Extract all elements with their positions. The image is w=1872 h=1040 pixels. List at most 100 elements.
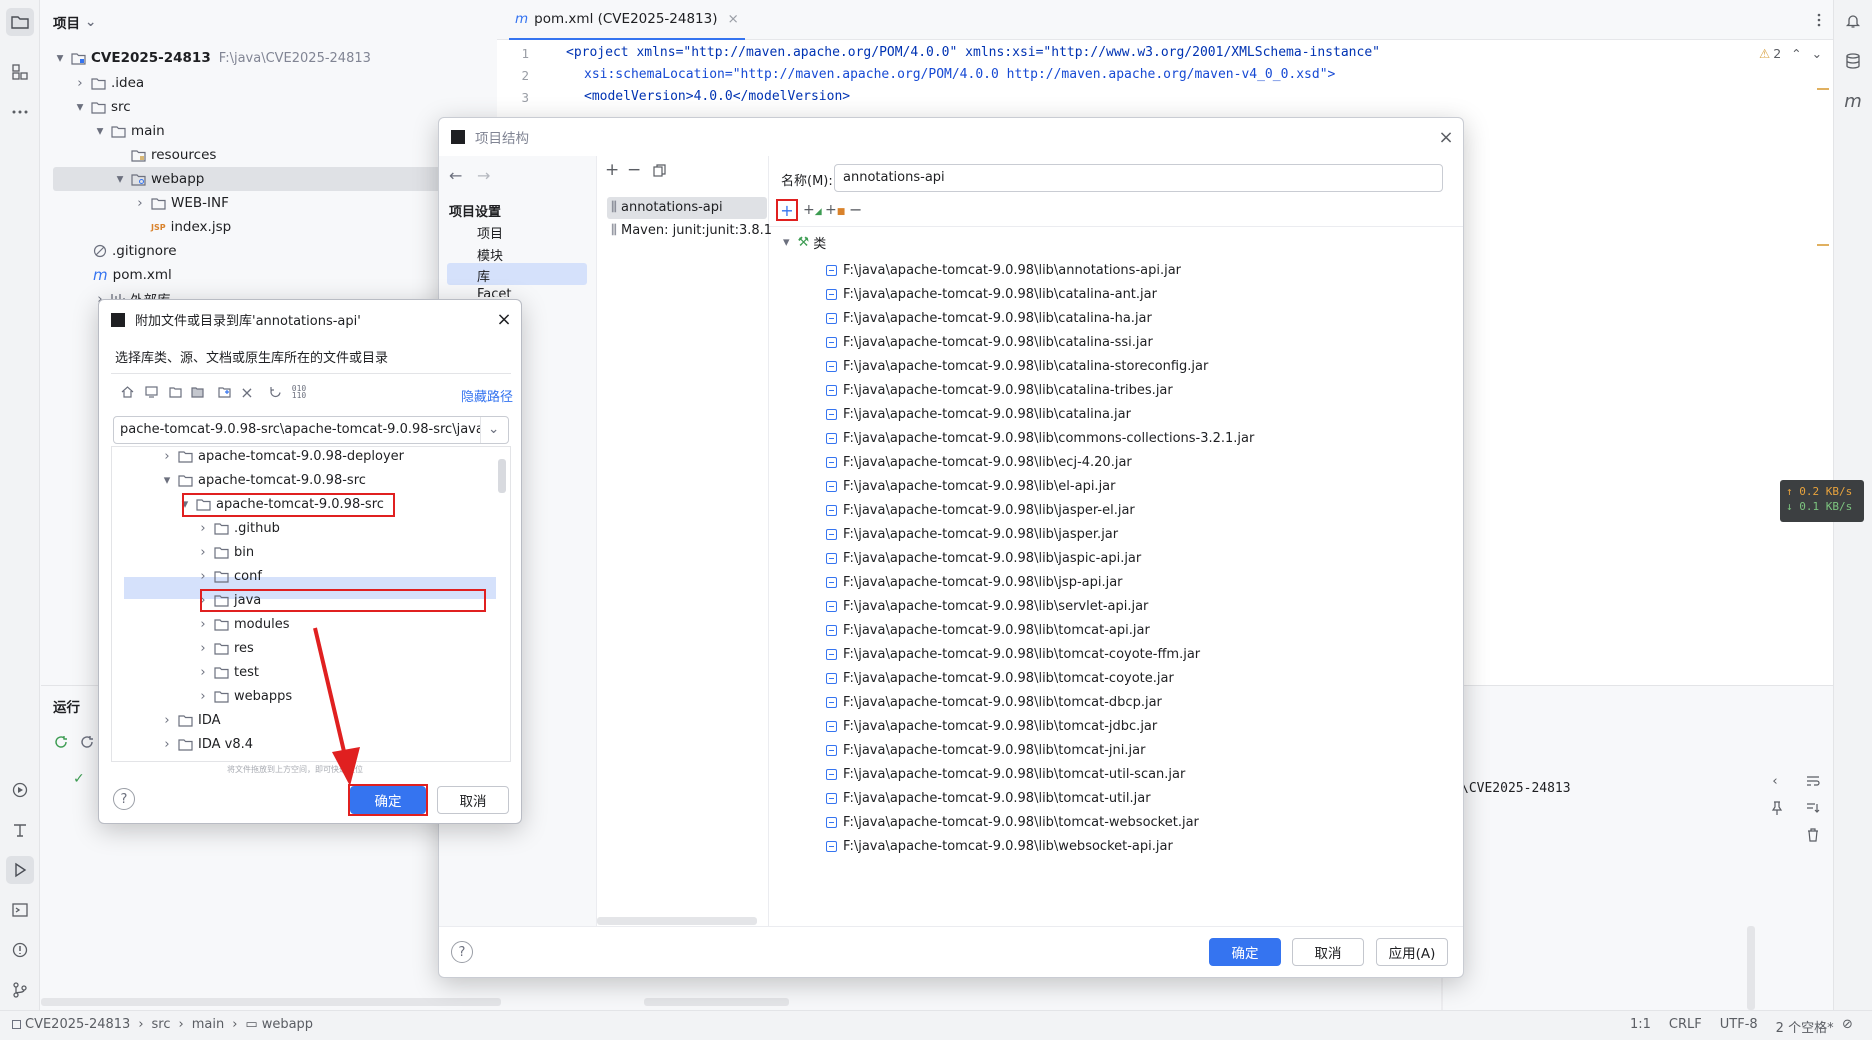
chevron-right-icon[interactable]: ›: [196, 665, 210, 680]
breadcrumb-item[interactable]: main: [192, 1017, 224, 1032]
cancel-button[interactable]: 取消: [437, 786, 509, 814]
chevron-right-icon[interactable]: ›: [196, 617, 210, 632]
maven-tool-icon[interactable]: m: [1840, 88, 1866, 114]
chevron-right-icon[interactable]: ›: [160, 737, 174, 752]
jar-item[interactable]: F:\java\apache-tomcat-9.0.98\lib\catalin…: [826, 403, 1131, 425]
forward-arrow-icon[interactable]: →: [477, 166, 490, 185]
tree-item-project-root[interactable]: ▾ CVE2025-24813 F:\java\CVE2025-24813: [53, 46, 371, 70]
build-icon[interactable]: [6, 816, 34, 844]
jar-item[interactable]: F:\java\apache-tomcat-9.0.98\lib\annotat…: [826, 259, 1181, 281]
jar-item[interactable]: F:\java\apache-tomcat-9.0.98\lib\websock…: [826, 835, 1173, 857]
file-tree-item[interactable]: › test: [196, 661, 259, 683]
jar-item[interactable]: F:\java\apache-tomcat-9.0.98\lib\commons…: [826, 427, 1254, 449]
jar-item[interactable]: F:\java\apache-tomcat-9.0.98\lib\tomcat-…: [826, 715, 1157, 737]
trash-icon[interactable]: [1803, 825, 1823, 845]
jar-item[interactable]: F:\java\apache-tomcat-9.0.98\lib\tomcat-…: [826, 811, 1199, 833]
jar-item[interactable]: F:\java\apache-tomcat-9.0.98\lib\ecj-4.2…: [826, 451, 1132, 473]
desktop-icon[interactable]: [141, 382, 161, 402]
chevron-right-icon[interactable]: ›: [160, 449, 174, 464]
chevron-right-icon[interactable]: ›: [196, 545, 210, 560]
chevron-right-icon[interactable]: ›: [196, 569, 210, 584]
vertical-scrollbar[interactable]: [1747, 926, 1755, 1010]
inspection-widget[interactable]: ⚠ 2 ⌃ ⌄: [1759, 46, 1822, 61]
remove-icon[interactable]: −: [627, 160, 641, 180]
nav-item-facets[interactable]: Facet: [477, 287, 512, 297]
close-icon[interactable]: ×: [1435, 126, 1457, 148]
project-folder-icon[interactable]: [6, 8, 34, 36]
line-separator[interactable]: CRLF: [1669, 1017, 1702, 1036]
structure-icon[interactable]: [6, 58, 34, 86]
read-only-lock-icon[interactable]: ⊘: [1842, 1017, 1853, 1032]
jar-item[interactable]: F:\java\apache-tomcat-9.0.98\lib\jasper.…: [826, 523, 1118, 545]
tree-item-main[interactable]: ▾ main: [93, 119, 165, 143]
breadcrumb-item[interactable]: webapp: [262, 1017, 313, 1032]
show-hidden-icon[interactable]: 010 110: [289, 382, 309, 402]
more-vertical-icon[interactable]: [1807, 8, 1831, 32]
chevron-down-icon[interactable]: ▾: [160, 473, 174, 488]
path-combo[interactable]: pache-tomcat-9.0.98-src\apache-tomcat-9.…: [113, 416, 509, 444]
library-item-annotations-api[interactable]: ⫼ annotations-api: [611, 200, 723, 215]
run-icon[interactable]: [6, 856, 34, 884]
chevron-down-icon[interactable]: ⌄: [1812, 46, 1822, 61]
project-dir-icon[interactable]: [165, 382, 185, 402]
jar-item[interactable]: F:\java\apache-tomcat-9.0.98\lib\tomcat-…: [826, 691, 1162, 713]
horizontal-scrollbar[interactable]: [41, 998, 501, 1006]
jar-item[interactable]: F:\java\apache-tomcat-9.0.98\lib\el-api.…: [826, 475, 1116, 497]
jar-item[interactable]: F:\java\apache-tomcat-9.0.98\lib\jaspic-…: [826, 547, 1141, 569]
tree-item-index-jsp[interactable]: JSP index.jsp: [151, 215, 231, 239]
jar-item[interactable]: F:\java\apache-tomcat-9.0.98\lib\catalin…: [826, 355, 1208, 377]
copy-icon[interactable]: [653, 164, 666, 177]
add-jar-icon[interactable]: +■: [825, 202, 845, 218]
refresh-icon[interactable]: [265, 382, 285, 402]
nav-item-project[interactable]: 项目: [477, 223, 503, 242]
path-input[interactable]: pache-tomcat-9.0.98-src\apache-tomcat-9.…: [120, 422, 480, 437]
chevron-up-icon[interactable]: ⌃: [1791, 46, 1801, 61]
tree-item-web-inf[interactable]: › WEB-INF: [133, 191, 229, 215]
jar-item[interactable]: F:\java\apache-tomcat-9.0.98\lib\tomcat-…: [826, 667, 1174, 689]
indent-setting[interactable]: 2 个空格*: [1776, 1017, 1834, 1036]
tree-item-webapp[interactable]: ▾ webapp: [113, 167, 205, 191]
jar-item[interactable]: F:\java\apache-tomcat-9.0.98\lib\catalin…: [826, 379, 1173, 401]
file-tree-item[interactable]: › IDA v8.4: [160, 733, 253, 755]
help-icon[interactable]: ?: [113, 788, 135, 810]
hide-path-link[interactable]: 隐藏路径: [461, 386, 513, 405]
caret-position[interactable]: 1:1: [1630, 1017, 1651, 1036]
file-tree-item[interactable]: › IDA: [160, 709, 220, 731]
soft-wrap-icon[interactable]: [1803, 771, 1823, 791]
tree-item-gitignore[interactable]: .gitignore: [93, 239, 177, 263]
chevron-right-icon[interactable]: ›: [196, 521, 210, 536]
nav-item-libraries[interactable]: 库: [477, 266, 490, 285]
library-name-input[interactable]: annotations-api: [834, 164, 1443, 192]
notifications-icon[interactable]: [1840, 8, 1866, 34]
rerun-failed-icon[interactable]: [77, 732, 97, 752]
jar-item[interactable]: F:\java\apache-tomcat-9.0.98\lib\servlet…: [826, 595, 1148, 617]
module-dir-icon[interactable]: [187, 382, 207, 402]
remove-root-icon[interactable]: −: [849, 200, 862, 219]
chevron-right-icon[interactable]: ›: [196, 641, 210, 656]
horizontal-scrollbar[interactable]: [597, 917, 757, 925]
jar-item[interactable]: F:\java\apache-tomcat-9.0.98\lib\tomcat-…: [826, 763, 1185, 785]
apply-button[interactable]: 应用(A): [1376, 938, 1448, 966]
close-icon[interactable]: ×: [728, 11, 739, 27]
file-encoding[interactable]: UTF-8: [1720, 1017, 1758, 1036]
file-tree-item[interactable]: ▾ apache-tomcat-9.0.98-src: [160, 469, 366, 491]
editor-tab-pom[interactable]: m pom.xml (CVE2025-24813) ×: [509, 0, 745, 40]
file-tree-item[interactable]: › .github: [196, 517, 279, 539]
file-tree-item[interactable]: › conf: [196, 565, 262, 587]
vertical-scrollbar[interactable]: [498, 459, 506, 493]
git-icon[interactable]: [6, 976, 34, 1004]
jar-item[interactable]: F:\java\apache-tomcat-9.0.98\lib\catalin…: [826, 331, 1153, 353]
chevron-left-icon[interactable]: ‹: [1765, 771, 1785, 791]
database-icon[interactable]: [1840, 48, 1866, 74]
ok-button[interactable]: 确定: [1209, 938, 1281, 966]
problems-icon[interactable]: [6, 936, 34, 964]
terminal-icon[interactable]: [6, 896, 34, 924]
library-item-junit[interactable]: ⫼ Maven: junit:junit:3.8.1: [611, 223, 772, 238]
new-folder-icon[interactable]: [215, 382, 235, 402]
rerun-icon[interactable]: [51, 732, 71, 752]
jar-item[interactable]: F:\java\apache-tomcat-9.0.98\lib\catalin…: [826, 283, 1157, 305]
jar-item[interactable]: F:\java\apache-tomcat-9.0.98\lib\tomcat-…: [826, 787, 1151, 809]
tree-item-pom[interactable]: m pom.xml: [93, 263, 172, 287]
tree-item-src[interactable]: ▾ src: [73, 95, 131, 119]
tree-item-resources[interactable]: resources: [131, 143, 216, 167]
